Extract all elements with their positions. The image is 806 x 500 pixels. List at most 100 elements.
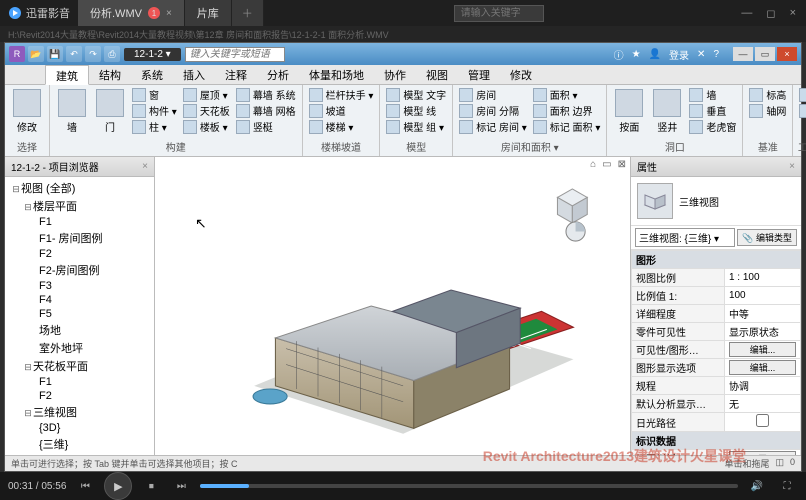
shaft-button[interactable]: 竖井 xyxy=(649,87,685,136)
prop-checkbox[interactable] xyxy=(729,414,796,427)
tree-node[interactable]: F3 xyxy=(7,279,152,293)
tree-node[interactable]: {三维} xyxy=(7,435,152,453)
viewport-3d[interactable]: ⌂ ▭ ⊠ xyxy=(155,157,631,455)
ribbon-item[interactable]: 天花板 xyxy=(181,103,232,118)
ribbon-item[interactable]: 幕墙 网格 xyxy=(234,103,298,118)
tree-toggle-icon[interactable]: ⊟ xyxy=(11,184,21,195)
open-icon[interactable]: 📂 xyxy=(28,46,44,62)
prop-value[interactable]: 显示原状态 xyxy=(729,328,779,339)
info-icon[interactable]: ⓘ xyxy=(614,47,624,62)
save-icon[interactable]: 💾 xyxy=(47,46,63,62)
prop-value[interactable]: 协调 xyxy=(729,382,749,393)
prev-button[interactable]: ⏮ xyxy=(74,475,96,497)
ribbon-tab[interactable]: 插入 xyxy=(173,65,215,84)
ribbon-tab[interactable]: 结构 xyxy=(89,65,131,84)
tree-node[interactable]: F1- 房间图例 xyxy=(7,229,152,247)
modify-button[interactable]: 修改 xyxy=(9,87,45,136)
ribbon-item[interactable]: 竖梃 xyxy=(234,119,298,134)
ribbon-item[interactable]: 墙 xyxy=(687,87,738,102)
progress-bar[interactable] xyxy=(200,484,738,488)
player-tab[interactable]: 片库 xyxy=(185,0,232,26)
ribbon-item[interactable]: 柱 ▾ xyxy=(130,119,179,134)
viewport-max-icon[interactable]: ▭ xyxy=(602,159,611,170)
ribbon-tab[interactable]: 修改 xyxy=(500,65,542,84)
prop-value[interactable]: 中等 xyxy=(729,310,749,321)
ribbon-tab[interactable]: 管理 xyxy=(458,65,500,84)
ribbon-item[interactable]: 模型 文字 xyxy=(384,87,448,102)
ribbon-item[interactable]: 屋顶 ▾ xyxy=(181,87,232,102)
tree-node[interactable]: ⊟楼层平面 xyxy=(7,197,152,215)
status-item[interactable]: 单击和拖尾 xyxy=(724,457,769,470)
player-tab[interactable]: 份析.WMV 1 × xyxy=(78,0,185,26)
ribbon-item[interactable]: 楼梯 ▾ xyxy=(307,119,376,134)
volume-icon[interactable]: 🔊 xyxy=(746,475,768,497)
ribbon-item[interactable]: 构件 ▾ xyxy=(130,103,179,118)
tree-node[interactable]: F1 xyxy=(7,375,152,389)
ribbon-item[interactable]: 楼板 ▾ xyxy=(181,119,232,134)
restore-icon[interactable]: ▭ xyxy=(755,47,775,61)
close-panel-icon[interactable]: × xyxy=(142,161,148,172)
ribbon-item[interactable]: 垂直 xyxy=(687,103,738,118)
tree-node[interactable]: F4 xyxy=(7,293,152,307)
player-search[interactable] xyxy=(454,5,544,22)
status-item[interactable]: 0 xyxy=(790,457,795,470)
ribbon-tab[interactable]: 视图 xyxy=(416,65,458,84)
tree-root[interactable]: 视图 (全部) xyxy=(21,183,75,195)
tree-node[interactable]: 场地 xyxy=(7,321,152,339)
ribbon-item[interactable]: 标记 面积 ▾ xyxy=(531,119,603,134)
app-menu-icon[interactable]: R xyxy=(9,46,25,62)
tree-toggle-icon[interactable]: ⊟ xyxy=(23,408,33,419)
ribbon-item[interactable]: 标高 xyxy=(747,87,788,102)
prop-value[interactable]: 无 xyxy=(729,400,739,411)
close-panel-icon[interactable]: × xyxy=(789,161,795,172)
tree-node[interactable]: F2 xyxy=(7,247,152,261)
ribbon-tab[interactable]: 系统 xyxy=(131,65,173,84)
ribbon-tab[interactable]: 协作 xyxy=(374,65,416,84)
ribbon-item[interactable]: 面积 边界 xyxy=(531,103,603,118)
tree-node[interactable]: F2-房间图例 xyxy=(7,261,152,279)
viewcube-icon[interactable] xyxy=(557,189,587,223)
close-icon[interactable]: × xyxy=(166,8,172,19)
ribbon-tab[interactable]: 注释 xyxy=(215,65,257,84)
ribbon-item[interactable]: 房间 分隔 xyxy=(457,103,529,118)
ribbon-item[interactable]: 老虎窗 xyxy=(687,119,738,134)
ribbon-item[interactable]: 栏杆扶手 ▾ xyxy=(307,87,376,102)
type-selector[interactable]: 三维视图: {三维} ▾ xyxy=(635,228,735,247)
viewport-home-icon[interactable]: ⌂ xyxy=(590,159,596,170)
ribbon-item[interactable]: 幕墙 系统 xyxy=(234,87,298,102)
minimize-icon[interactable]: — xyxy=(741,7,752,20)
ribbon-item[interactable]: 模型 线 xyxy=(384,103,448,118)
tree-toggle-icon[interactable]: ⊟ xyxy=(23,202,33,213)
ribbon-item[interactable]: 面积 ▾ xyxy=(531,87,603,102)
tree-node[interactable]: 室外地坪 xyxy=(7,339,152,357)
tree-toggle-icon[interactable]: ⊟ xyxy=(23,362,33,373)
maximize-icon[interactable]: ◻ xyxy=(766,7,775,20)
status-item[interactable]: ◫ xyxy=(775,457,784,470)
ribbon-item[interactable]: 设置 xyxy=(797,87,806,102)
redo-icon[interactable]: ↷ xyxy=(85,46,101,62)
ribbon-item[interactable]: 标记 房间 ▾ xyxy=(457,119,529,134)
help-icon[interactable]: ? xyxy=(713,49,719,60)
undo-icon[interactable]: ↶ xyxy=(66,46,82,62)
door-button[interactable]: 门 xyxy=(92,87,128,136)
star-icon[interactable]: ★ xyxy=(632,49,641,60)
prop-value[interactable]: 1 : 100 xyxy=(729,272,760,283)
tree-node[interactable]: {3D} xyxy=(7,421,152,435)
tree-node[interactable]: ⊟天花板平面 xyxy=(7,357,152,375)
byface-button[interactable]: 按面 xyxy=(611,87,647,136)
document-combo[interactable]: 12-1-2 ▾ xyxy=(124,48,181,61)
print-icon[interactable]: ⎙ xyxy=(104,46,120,62)
tree-node[interactable]: F1 xyxy=(7,215,152,229)
tree-node[interactable]: F5 xyxy=(7,307,152,321)
stop-button[interactable]: ⏹ xyxy=(140,475,162,497)
ribbon-tab[interactable]: 体量和场地 xyxy=(299,65,374,84)
next-button[interactable]: ⏭ xyxy=(170,475,192,497)
tree-node[interactable]: ⊟三维视图 xyxy=(7,403,152,421)
prop-value[interactable]: 100 xyxy=(729,290,746,301)
user-icon[interactable]: 👤 xyxy=(649,49,661,60)
minimize-icon[interactable]: — xyxy=(733,47,753,61)
ribbon-item[interactable]: 轴网 xyxy=(747,103,788,118)
ribbon-item[interactable]: 房间 xyxy=(457,87,529,102)
ribbon-item[interactable]: 显示 xyxy=(797,103,806,118)
tree-node[interactable]: F2 xyxy=(7,389,152,403)
